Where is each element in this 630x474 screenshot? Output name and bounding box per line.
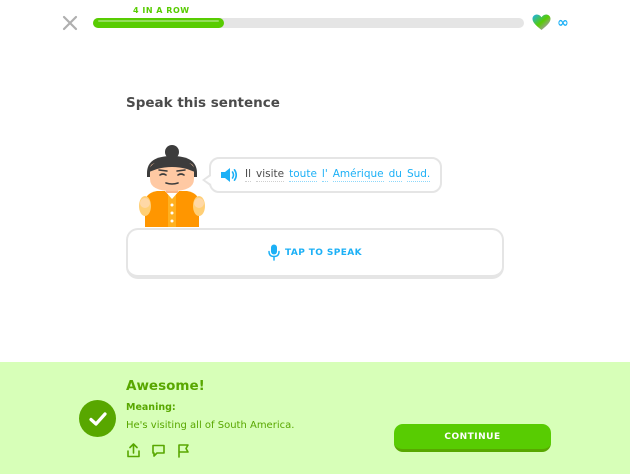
microphone-icon — [268, 244, 280, 261]
meaning-label: Meaning: — [126, 402, 176, 413]
feedback-actions — [126, 443, 191, 458]
feedback-title: Awesome! — [126, 378, 205, 394]
progress-fill — [93, 18, 225, 28]
speaker-icon — [221, 168, 238, 182]
report-button[interactable] — [176, 443, 191, 458]
tap-to-speak-label: TAP TO SPEAK — [284, 247, 363, 258]
sentence-words: Il visite toute l' Amérique du Sud. — [245, 168, 431, 182]
sentence-word[interactable]: l' — [321, 168, 328, 182]
sentence-word[interactable]: du — [388, 168, 402, 182]
sentence-bubble: Il visite toute l' Amérique du Sud. — [201, 157, 443, 193]
checkmark-icon — [88, 411, 107, 426]
close-icon — [62, 15, 78, 31]
sentence-word[interactable]: toute — [289, 168, 317, 182]
sentence-word[interactable]: Il — [245, 168, 252, 182]
progress-bar — [93, 18, 524, 28]
hearts-count: ∞ — [557, 14, 569, 31]
hearts-indicator: ∞ — [532, 14, 569, 31]
sentence-word[interactable]: Sud. — [406, 168, 431, 182]
play-audio-button[interactable] — [220, 167, 238, 183]
sentence-word[interactable]: Amérique — [332, 168, 384, 182]
character-illustration — [135, 143, 209, 227]
tap-to-speak-button[interactable]: TAP TO SPEAK — [126, 228, 504, 279]
continue-button[interactable]: CONTINUE — [394, 424, 551, 452]
comment-icon — [152, 444, 165, 457]
report-flag-icon — [178, 444, 189, 458]
exercise-prompt: Speak this sentence — [126, 95, 280, 111]
share-icon — [127, 443, 140, 458]
sentence-word[interactable]: visite — [256, 168, 285, 182]
close-button[interactable] — [60, 13, 80, 33]
comment-button[interactable] — [151, 443, 166, 458]
meaning-text: He's visiting all of South America. — [126, 420, 295, 431]
correct-badge — [79, 400, 116, 437]
continue-label: CONTINUE — [444, 431, 501, 442]
heart-icon — [532, 14, 551, 30]
share-button[interactable] — [126, 443, 141, 458]
streak-label: 4 IN A ROW — [133, 6, 190, 15]
